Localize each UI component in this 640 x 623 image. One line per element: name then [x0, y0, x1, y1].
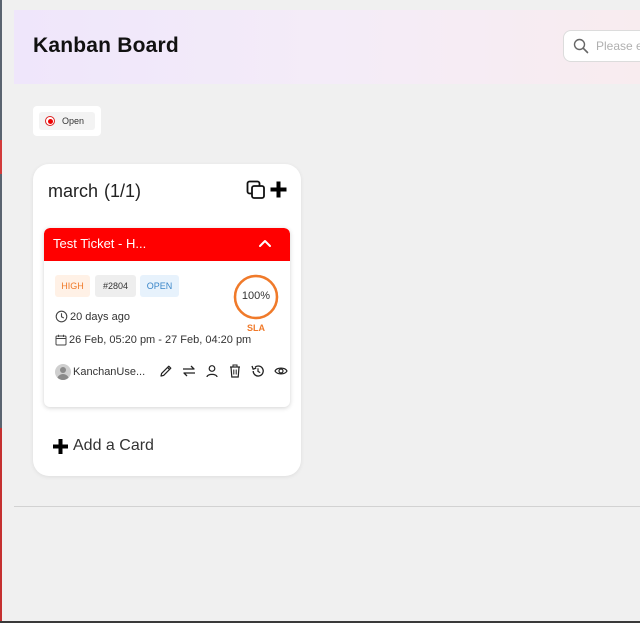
filter-label: Open — [62, 116, 85, 126]
trash-icon — [230, 364, 240, 378]
assign-user-button[interactable] — [205, 364, 228, 380]
history-button[interactable] — [251, 364, 274, 380]
delete-button[interactable] — [228, 364, 251, 380]
plus-icon — [53, 438, 68, 454]
add-card-button[interactable]: Add a Card — [53, 437, 154, 455]
edit-icon — [160, 365, 172, 377]
status-badge: OPEN — [140, 275, 179, 297]
column-name: march — [48, 181, 99, 201]
left-accent-strip — [0, 428, 2, 623]
ticket-title: Test Ticket - H... — [53, 236, 147, 251]
add-card-label: Add a Card — [73, 437, 154, 454]
clock-icon — [55, 310, 68, 323]
column-title: march (1/1) — [48, 181, 141, 202]
avatar — [55, 364, 71, 380]
section-divider — [14, 506, 640, 507]
ticket-id-badge: #2804 — [95, 275, 136, 297]
search-box[interactable] — [563, 30, 640, 62]
edit-button[interactable] — [159, 364, 182, 380]
add-icon[interactable] — [270, 181, 287, 198]
filter-option-open[interactable]: Open — [39, 112, 95, 130]
view-button[interactable] — [274, 364, 290, 380]
search-input[interactable] — [596, 36, 640, 56]
ticket-footer: KanchanUse... — [55, 364, 288, 380]
transfer-icon — [183, 365, 195, 377]
ticket-actions — [159, 364, 290, 380]
sla-label: SLA — [247, 323, 265, 333]
column-count: (1/1) — [104, 181, 142, 201]
transfer-button[interactable] — [182, 364, 205, 380]
left-accent-strip — [0, 140, 2, 174]
kanban-column: march (1/1) Test Ticket - H... HIGH #2804… — [33, 164, 301, 476]
assignee-name: KanchanUse... — [73, 366, 146, 378]
eye-icon — [274, 367, 288, 375]
ticket-dates: 26 Feb, 05:20 pm - 27 Feb, 04:20 pm — [55, 334, 251, 346]
status-filter-bar: Open — [33, 106, 101, 136]
search-icon — [573, 38, 589, 54]
radio-selected-icon[interactable] — [45, 116, 55, 126]
page-header: Kanban Board — [14, 10, 640, 84]
sla-percent: 100% — [241, 290, 271, 302]
priority-badge: HIGH — [55, 275, 90, 297]
chevron-up-icon[interactable] — [258, 237, 272, 249]
ticket-date-range: 26 Feb, 05:20 pm - 27 Feb, 04:20 pm — [69, 334, 252, 346]
page-title: Kanban Board — [33, 34, 179, 57]
ticket-card-header[interactable]: Test Ticket - H... — [44, 228, 290, 261]
ticket-age-text: 20 days ago — [70, 310, 130, 323]
history-icon — [251, 365, 264, 377]
copy-icon[interactable] — [246, 180, 266, 200]
ticket-card[interactable]: Test Ticket - H... HIGH #2804 OPEN 100% … — [44, 228, 290, 407]
ticket-age: 20 days ago — [55, 310, 130, 323]
calendar-icon — [55, 334, 67, 346]
user-icon — [206, 365, 218, 378]
